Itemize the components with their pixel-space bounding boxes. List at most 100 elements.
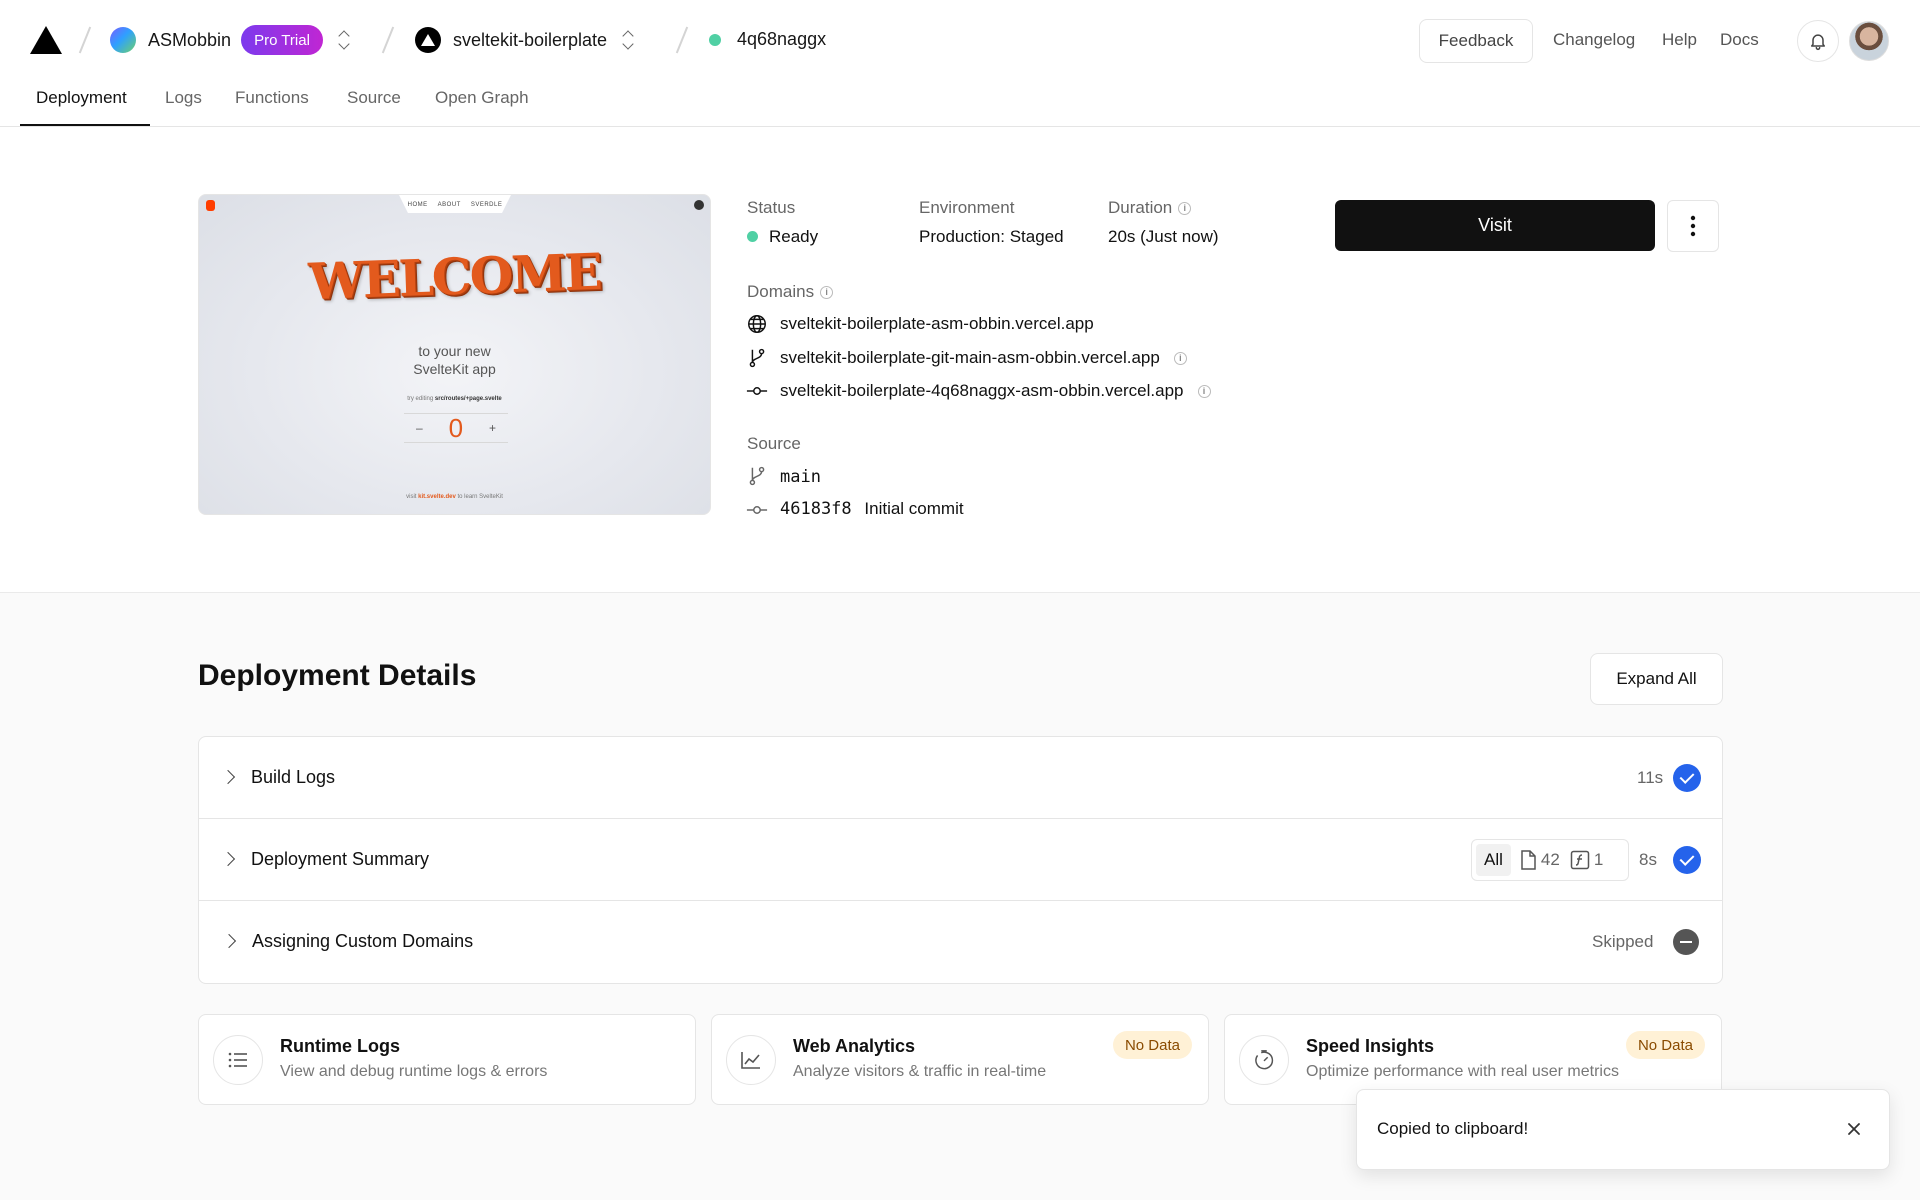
plan-badge: Pro Trial — [241, 25, 323, 55]
no-data-badge: No Data — [1112, 1031, 1192, 1059]
filter-functions-button[interactable]: 1 — [1570, 850, 1603, 870]
domain-link-text: sveltekit-boilerplate-git-main-asm-obbin… — [780, 348, 1160, 367]
chevron-right-icon — [221, 933, 237, 949]
info-icon[interactable]: i — [1178, 202, 1192, 216]
preview-try-text: try editing src/routes/+page.svelte — [199, 396, 710, 402]
chevron-up-down-icon[interactable] — [337, 29, 351, 51]
status-dot — [709, 33, 721, 46]
notifications-button[interactable] — [1797, 20, 1839, 62]
vercel-logo-icon[interactable] — [30, 26, 62, 54]
preview-subtitle: to your new SvelteKit app — [199, 342, 710, 378]
project-switcher[interactable]: sveltekit-boilerplate — [415, 27, 635, 53]
duration-value: 20s (Just now) — [1108, 227, 1219, 246]
commit-message: Initial commit — [864, 499, 964, 518]
preview-nav: HOME ABOUT SVERDLE — [399, 195, 511, 213]
domain-link[interactable]: sveltekit-boilerplate-git-main-asm-obbin… — [780, 348, 1187, 368]
details-accordion: Build Logs 11s Deployment Summary All 42… — [198, 736, 1723, 984]
tab-open-graph[interactable]: Open Graph — [435, 88, 529, 108]
tab-deployment[interactable]: Deployment — [36, 88, 127, 108]
help-link[interactable]: Help — [1662, 30, 1697, 50]
deployment-preview[interactable]: HOME ABOUT SVERDLE WELCOME to your new S… — [198, 194, 711, 515]
preview-footer-link: kit.svelte.dev — [418, 494, 456, 500]
preview-try-path: src/routes/+page.svelte — [434, 396, 502, 402]
source-branch[interactable]: main — [780, 467, 821, 487]
git-branch-icon — [749, 348, 765, 368]
preview-try-label: try editing — [407, 396, 434, 402]
environment-value: Production: Staged — [919, 227, 1064, 246]
info-icon[interactable]: i — [820, 286, 834, 300]
card-description: View and debug runtime logs & errors — [280, 1063, 548, 1080]
changelog-link[interactable]: Changelog — [1553, 30, 1635, 50]
docs-link[interactable]: Docs — [1720, 30, 1759, 50]
row-label: Deployment Summary — [251, 849, 430, 869]
git-commit-icon — [746, 387, 768, 395]
project-name: sveltekit-boilerplate — [453, 29, 608, 50]
ready-status-dot — [747, 231, 758, 242]
duration-label-text: Duration — [1108, 198, 1173, 217]
filter-files-button[interactable]: 42 — [1519, 850, 1560, 870]
tab-functions[interactable]: Functions — [235, 88, 309, 108]
deployment-breadcrumb[interactable]: 4q68naggx — [709, 29, 826, 50]
tab-logs[interactable]: Logs — [165, 88, 202, 108]
domains-label: Domains i — [747, 282, 834, 302]
project-logo-icon — [415, 27, 441, 53]
toast-message: Copied to clipboard! — [1377, 1119, 1529, 1138]
card-title: Web Analytics — [793, 1036, 916, 1056]
top-header: ASMobbin Pro Trial sveltekit-boilerplate… — [0, 0, 1920, 80]
breadcrumb-separator — [381, 26, 395, 54]
runtime-logs-card[interactable]: Runtime Logs View and debug runtime logs… — [198, 1014, 696, 1105]
domain-link[interactable]: sveltekit-boilerplate-4q68naggx-asm-obbi… — [780, 381, 1211, 401]
bell-icon — [1811, 34, 1825, 51]
git-branch-icon — [749, 466, 765, 486]
tab-source[interactable]: Source — [347, 88, 401, 108]
card-description: Analyze visitors & traffic in real-time — [793, 1063, 1047, 1080]
deployment-summary-row[interactable]: Deployment Summary All 42 1 8s — [199, 819, 1722, 901]
user-avatar[interactable] — [1849, 21, 1889, 61]
source-commit[interactable]: 46183f8 Initial commit — [780, 499, 964, 519]
domain-link[interactable]: sveltekit-boilerplate-asm-obbin.vercel.a… — [780, 314, 1094, 334]
assigning-domains-row[interactable]: Assigning Custom Domains Skipped — [199, 901, 1722, 983]
svelte-logo-icon — [206, 200, 215, 211]
filter-all-button[interactable]: All — [1476, 844, 1511, 876]
preview-counter: – 0 + — [404, 413, 508, 443]
preview-nav-item: SVERDLE — [470, 202, 503, 208]
visit-button[interactable]: Visit — [1335, 200, 1655, 251]
web-analytics-card[interactable]: Web Analytics Analyze visitors & traffic… — [711, 1014, 1209, 1105]
check-circle-icon — [1673, 846, 1701, 874]
row-duration: 11s — [1637, 768, 1664, 787]
row-duration: 8s — [1639, 850, 1657, 869]
team-switcher[interactable]: ASMobbin Pro Trial — [110, 25, 351, 55]
functions-count: 1 — [1593, 850, 1604, 869]
no-data-badge: No Data — [1625, 1031, 1705, 1059]
close-icon[interactable] — [1843, 1118, 1865, 1140]
active-tab-indicator — [20, 124, 150, 126]
files-count: 42 — [1540, 850, 1560, 869]
preview-nav-item: ABOUT — [437, 202, 461, 208]
line-chart-icon — [726, 1035, 776, 1085]
preview-counter-value: 0 — [448, 412, 464, 443]
build-logs-row[interactable]: Build Logs 11s — [199, 737, 1722, 819]
card-title: Runtime Logs — [280, 1036, 400, 1056]
git-commit-icon — [746, 506, 768, 514]
preview-counter-minus: – — [416, 421, 423, 435]
feedback-button[interactable]: Feedback — [1419, 19, 1533, 63]
chevron-up-down-icon[interactable] — [621, 29, 635, 51]
preview-subtitle-line: to your new — [418, 343, 491, 359]
row-status: Skipped — [1592, 932, 1654, 951]
toast-notification: Copied to clipboard! — [1356, 1089, 1890, 1170]
breadcrumb-separator — [675, 26, 689, 54]
function-icon — [1570, 850, 1590, 870]
preview-nav-item: HOME — [407, 202, 428, 208]
status-value: Ready — [769, 227, 819, 246]
github-icon — [694, 200, 704, 210]
info-icon[interactable]: i — [1197, 385, 1211, 399]
environment-label: Environment — [919, 198, 1015, 217]
preview-footer-suffix: to learn SvelteKit — [457, 494, 503, 500]
more-options-button[interactable] — [1667, 200, 1719, 252]
info-icon[interactable]: i — [1173, 352, 1187, 366]
preview-footer-prefix: visit — [406, 494, 417, 500]
team-avatar — [110, 27, 136, 53]
check-circle-icon — [1673, 764, 1701, 792]
expand-all-button[interactable]: Expand All — [1590, 653, 1723, 705]
status-label: Status — [747, 198, 796, 217]
